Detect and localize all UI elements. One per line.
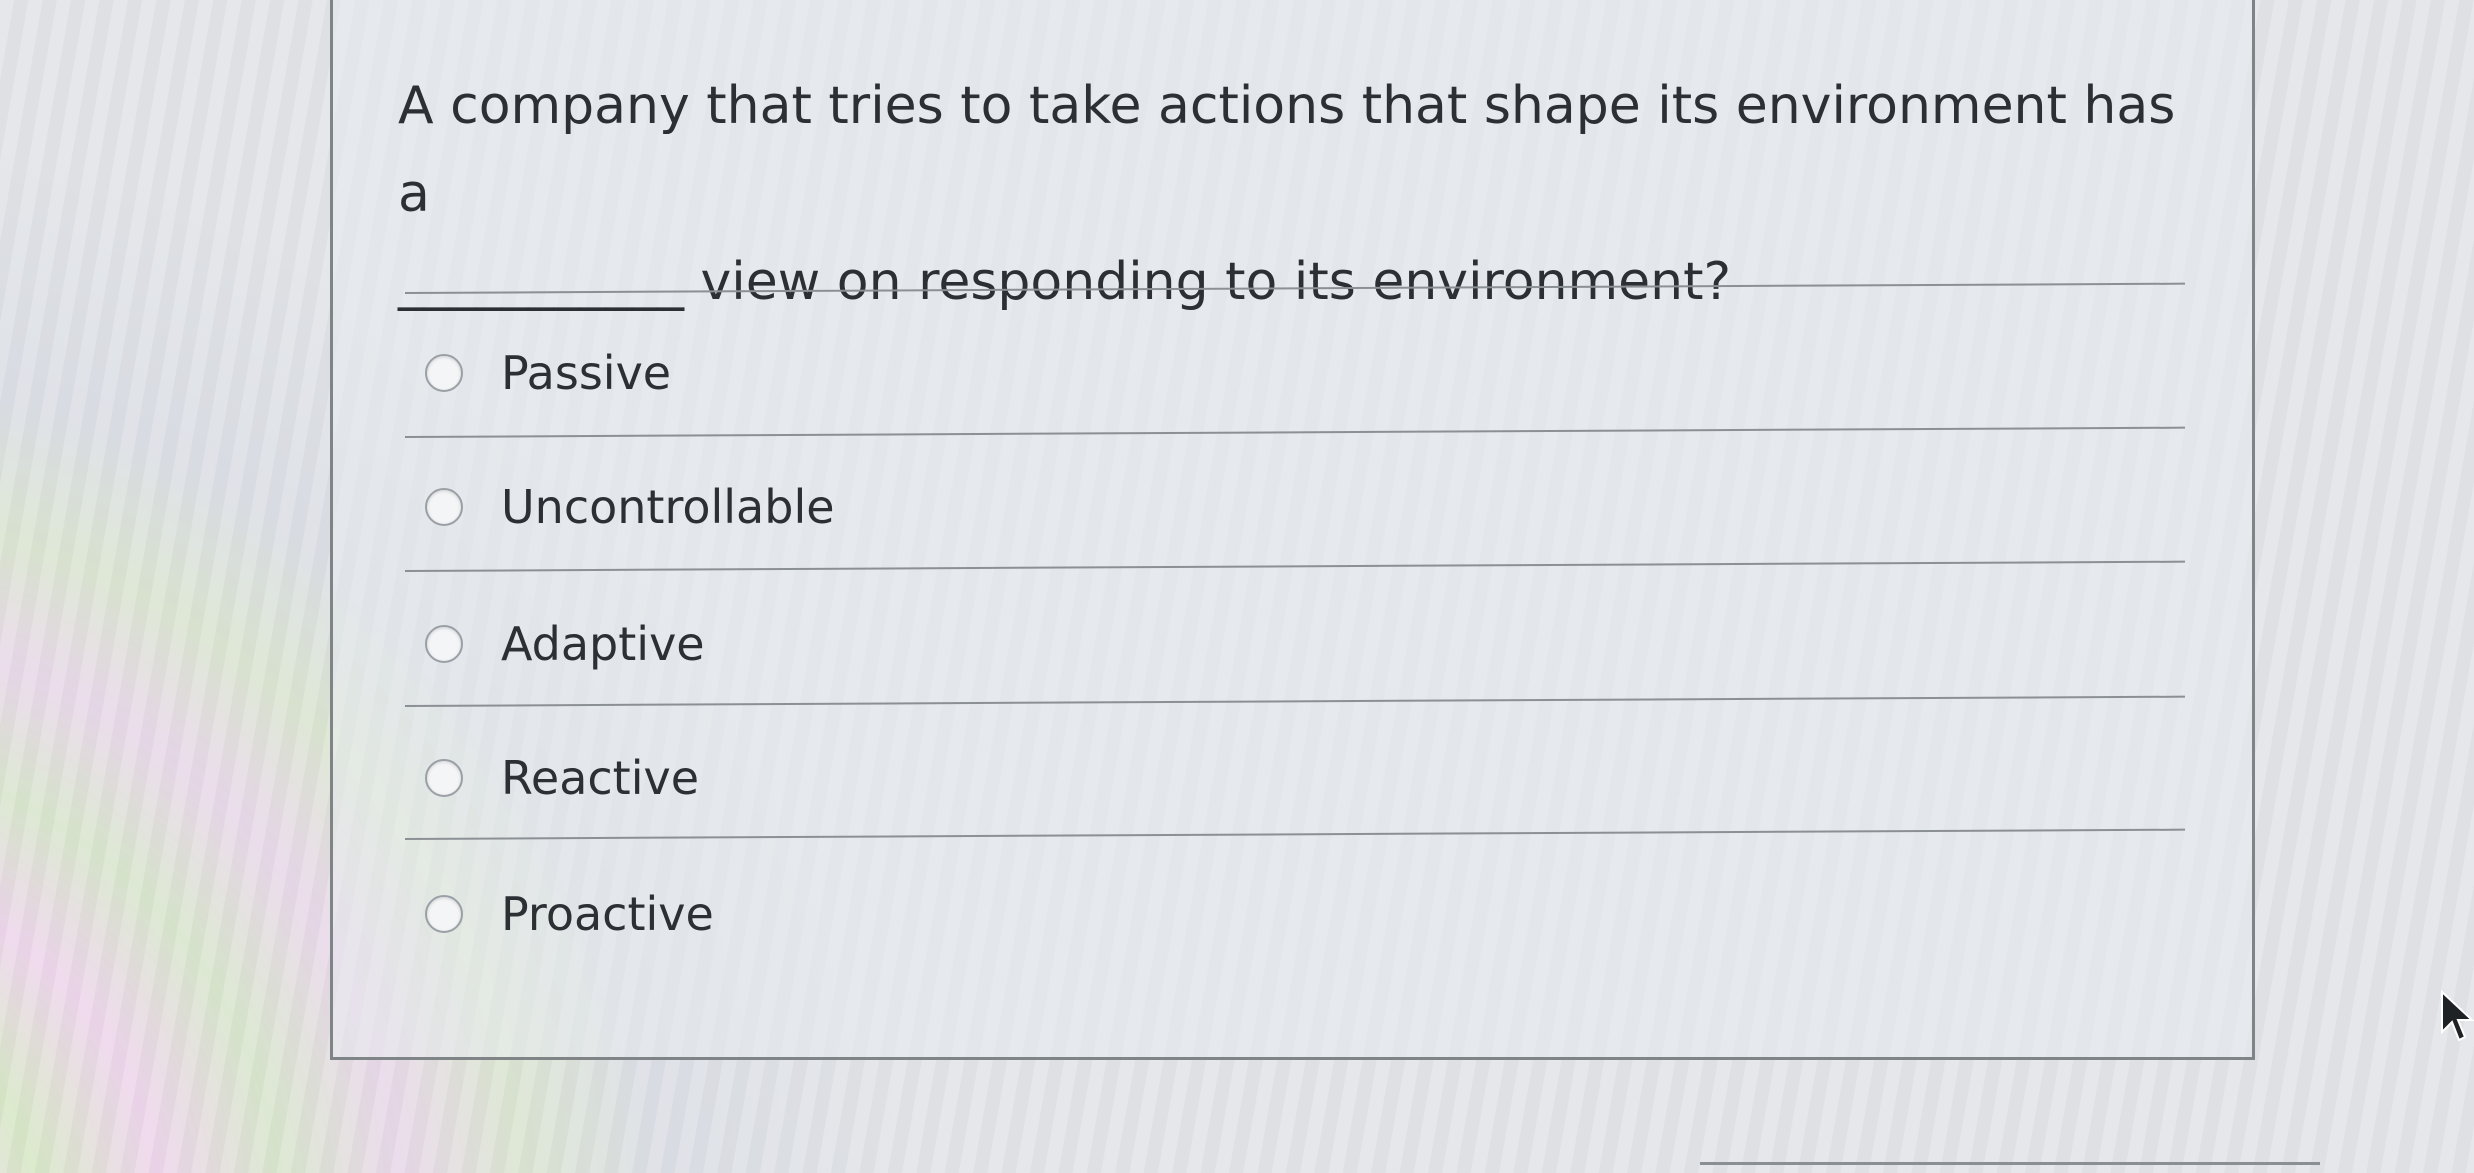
option-adaptive[interactable]: Adaptive xyxy=(425,609,705,679)
radio-button-icon[interactable] xyxy=(425,488,463,526)
option-label: Reactive xyxy=(501,751,700,805)
option-uncontrollable[interactable]: Uncontrollable xyxy=(425,472,835,542)
radio-button-icon[interactable] xyxy=(425,759,463,797)
option-reactive[interactable]: Reactive xyxy=(425,743,699,813)
window-edge xyxy=(1700,1162,2320,1165)
radio-button-icon[interactable] xyxy=(425,354,463,392)
option-label: Adaptive xyxy=(501,617,705,671)
option-label: Passive xyxy=(501,346,672,400)
option-proactive[interactable]: Proactive xyxy=(425,879,714,949)
option-label: Uncontrollable xyxy=(501,480,835,534)
question-blank: ___________ xyxy=(398,252,684,312)
option-passive[interactable]: Passive xyxy=(425,338,671,408)
radio-button-icon[interactable] xyxy=(425,625,463,663)
option-label: Proactive xyxy=(501,887,714,941)
question-line-1: A company that tries to take actions tha… xyxy=(398,76,2176,224)
question-line-2: ___________ view on responding to its en… xyxy=(398,238,2178,326)
mouse-pointer-icon xyxy=(2441,990,2474,1042)
question-line-2-text: view on responding to its environment? xyxy=(700,252,1732,312)
radio-button-icon[interactable] xyxy=(425,895,463,933)
